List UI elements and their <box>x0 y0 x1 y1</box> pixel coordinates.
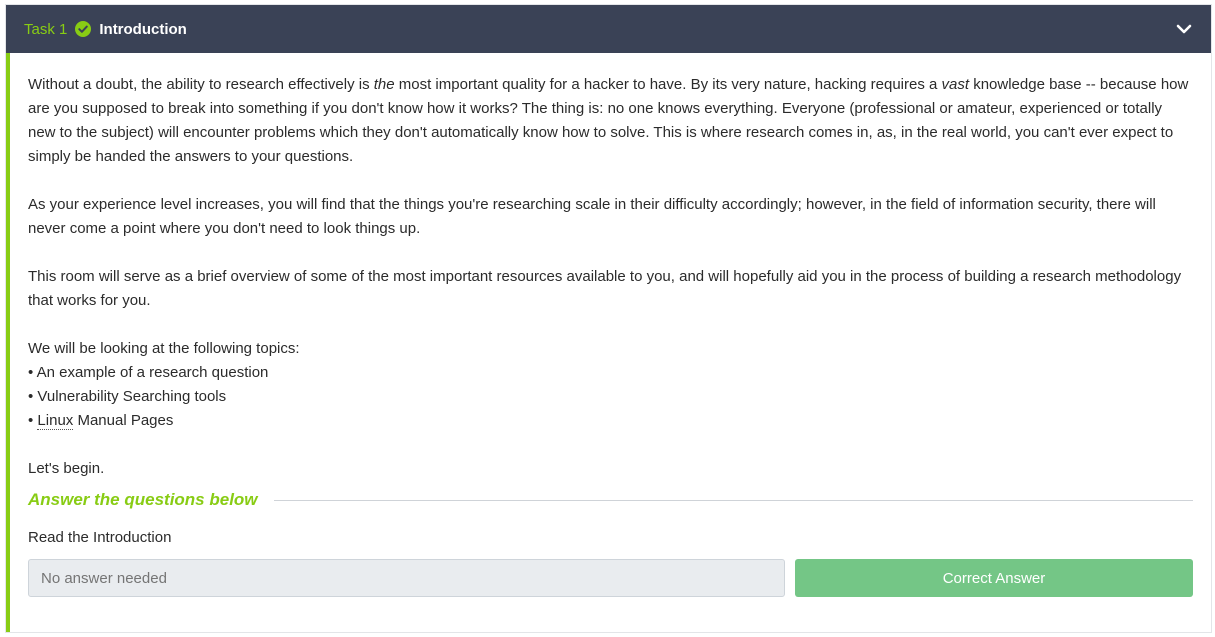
emphasis-vast: vast <box>941 76 970 93</box>
emphasis-the: the <box>373 76 395 93</box>
experience-paragraph: As your experience level increases, you … <box>28 196 1156 237</box>
topic-item: • Vulnerability Searching tools <box>28 388 227 405</box>
task-title: Introduction <box>99 20 187 38</box>
closing-text: Let's begin. <box>28 460 105 477</box>
topic-bullet: • <box>28 412 38 429</box>
question-text: Read the Introduction <box>28 529 172 546</box>
topic-item-rest: Manual Pages <box>73 412 174 429</box>
correct-answer-button[interactable]: Correct Answer <box>795 559 1193 597</box>
answer-input[interactable] <box>28 559 785 597</box>
check-circle-icon <box>75 21 92 37</box>
topics-list: We will be looking at the following topi… <box>28 337 1193 433</box>
intro-paragraph: Without a doubt, the ability to research… <box>28 73 1193 169</box>
topic-item: • An example of a research question <box>28 364 269 381</box>
intro-text-part: Without a doubt, the ability to research… <box>28 76 374 93</box>
answer-heading: Answer the questions below <box>28 490 258 509</box>
topic-item: • Linux Manual Pages <box>28 412 173 430</box>
topics-intro: We will be looking at the following topi… <box>28 340 300 357</box>
task-content: Without a doubt, the ability to research… <box>6 53 1211 632</box>
overview-paragraph: This room will serve as a brief overview… <box>28 268 1182 309</box>
task-number: Task 1 <box>24 20 68 38</box>
task-card: Task 1 Introduction Without a doubt, the… <box>5 4 1212 633</box>
answer-row: Correct Answer <box>28 559 1193 597</box>
divider <box>273 499 1193 501</box>
answer-section-header: Answer the questions below <box>28 487 1193 513</box>
linux-abbreviation[interactable]: Linux <box>37 412 74 430</box>
intro-text-part: most important quality for a hacker to h… <box>394 76 942 93</box>
chevron-down-icon[interactable] <box>1175 20 1193 38</box>
task-header[interactable]: Task 1 Introduction <box>6 5 1211 53</box>
